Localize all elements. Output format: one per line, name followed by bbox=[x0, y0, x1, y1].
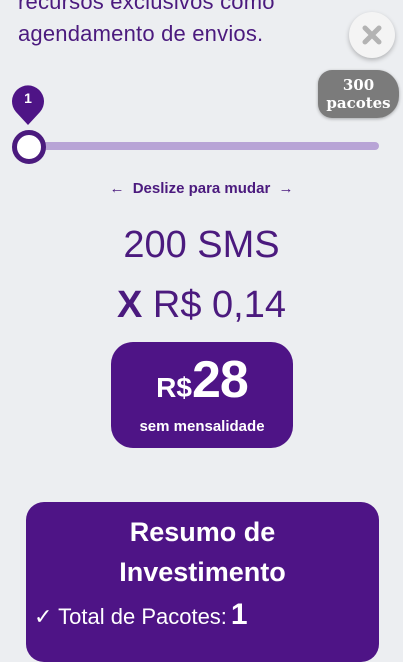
close-button[interactable] bbox=[349, 12, 395, 58]
total-value: 28 bbox=[191, 351, 249, 409]
investment-summary: Resumo de Investimento ✓ Total de Pacote… bbox=[26, 502, 379, 662]
total-subtitle: sem mensalidade bbox=[139, 418, 265, 435]
packages-slider-track[interactable] bbox=[24, 142, 379, 150]
summary-row-value: 1 bbox=[230, 598, 248, 631]
max-packages-badge: 300 pacotes bbox=[318, 70, 399, 118]
max-packages-value: 300 bbox=[342, 76, 375, 94]
summary-title: Resumo de Investimento bbox=[26, 512, 379, 592]
slider-hint-text: Deslize para mudar bbox=[132, 180, 271, 197]
intro-text: recursos exclusivos como agendamento de … bbox=[18, 0, 348, 50]
total-price-box: R$28 sem mensalidade bbox=[111, 342, 293, 448]
total-amount: R$28 bbox=[111, 348, 293, 425]
multiply-sign: X bbox=[116, 284, 143, 326]
intro-line-1: recursos exclusivos como bbox=[18, 0, 275, 14]
total-currency: R$ bbox=[156, 372, 192, 403]
summary-row-label: ✓ Total de Pacotes: bbox=[34, 604, 227, 629]
slider-hint: ← Deslize para mudar → bbox=[0, 180, 403, 197]
slider-value-label: 1 bbox=[24, 90, 32, 106]
intro-line-2: agendamento de envios. bbox=[18, 21, 264, 46]
close-icon bbox=[362, 25, 382, 45]
summary-row-packages: ✓ Total de Pacotes: 1 bbox=[34, 598, 248, 632]
sms-quantity: 200 SMS bbox=[123, 224, 280, 266]
arrow-right-icon: → bbox=[278, 180, 294, 197]
summary-title-line-2: Investimento bbox=[119, 557, 286, 587]
arrow-left-icon: ← bbox=[109, 180, 125, 197]
unit-price-line: X R$ 0,14 bbox=[0, 284, 403, 327]
summary-title-line-1: Resumo de bbox=[129, 517, 276, 547]
max-packages-unit: pacotes bbox=[326, 94, 391, 112]
unit-price: R$ 0,14 bbox=[152, 284, 286, 326]
packages-slider-thumb[interactable] bbox=[12, 130, 46, 164]
